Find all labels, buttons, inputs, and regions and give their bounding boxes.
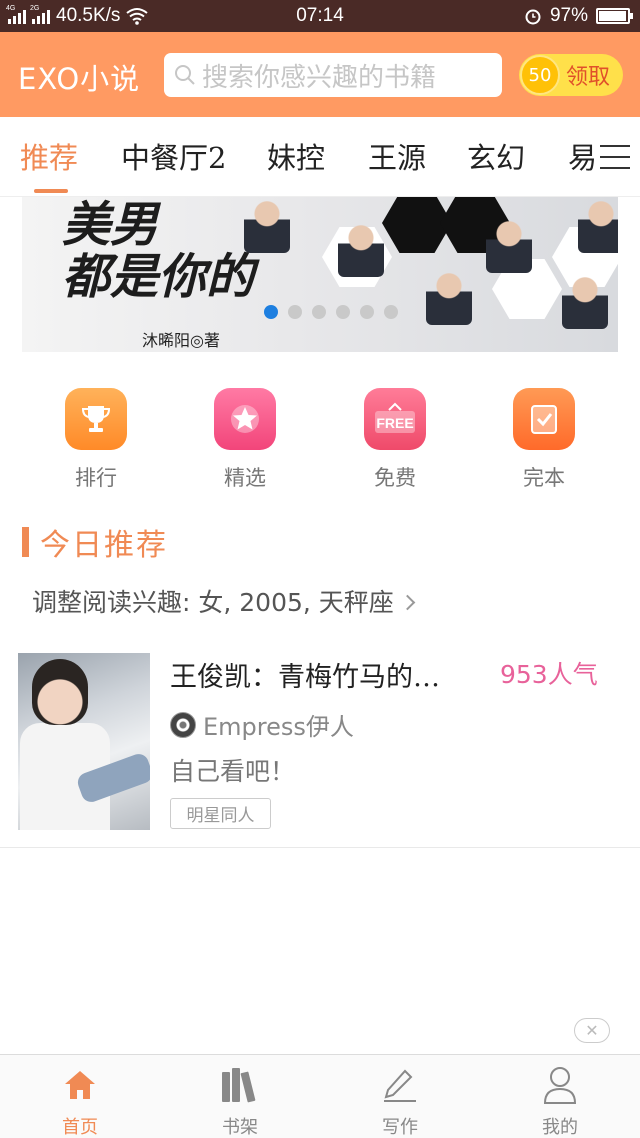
banner-carousel[interactable]: 美男 都是你的 沐晞阳◎著	[22, 197, 618, 352]
free-sign-icon: FREE	[364, 388, 426, 450]
app-title: EXO小说	[18, 62, 141, 96]
battery-percent: 97%	[549, 5, 588, 26]
claim-coins-button[interactable]: 50 领取	[519, 54, 623, 96]
quick-nav-completed[interactable]: 完本	[504, 388, 584, 492]
section-accent-bar	[22, 527, 29, 557]
carousel-dots	[264, 305, 398, 319]
quick-nav-free[interactable]: FREE 免费	[355, 388, 435, 492]
banner-title: 美男 都是你的	[62, 199, 254, 303]
menu-icon[interactable]	[600, 145, 630, 169]
member-photo	[486, 217, 532, 273]
quick-nav-label: 免费	[374, 466, 416, 490]
home-icon	[30, 1065, 130, 1105]
book-title[interactable]: 王俊凯：青梅竹马的…	[170, 655, 475, 694]
trophy-icon	[65, 388, 127, 450]
close-icon[interactable]: ✕	[574, 1018, 610, 1043]
category-tabs: 推荐 中餐厅2 妹控 王源 玄幻 易	[0, 117, 640, 197]
battery-icon	[596, 8, 633, 24]
tab-yi[interactable]: 易	[568, 135, 597, 177]
chevron-right-icon	[399, 594, 416, 611]
section-title: 今日推荐	[40, 528, 168, 563]
nav-bookshelf[interactable]: 书架	[190, 1065, 290, 1138]
adjust-interest-link[interactable]: 调整阅读兴趣: 女, 2005, 天秤座	[32, 583, 416, 619]
search-placeholder: 搜索你感兴趣的书籍	[202, 62, 437, 93]
member-photo	[562, 273, 608, 329]
coin-amount: 50	[528, 64, 552, 86]
nav-label: 首页	[62, 1117, 98, 1138]
book-cover[interactable]	[18, 653, 150, 830]
nav-write[interactable]: 写作	[350, 1065, 450, 1138]
carousel-dot[interactable]	[312, 305, 326, 319]
banner-title-line2: 都是你的	[62, 249, 255, 305]
author-row: Empress伊人	[170, 707, 354, 742]
nav-label: 写作	[382, 1117, 418, 1138]
bookshelf-icon	[190, 1065, 290, 1105]
nav-label: 书架	[222, 1117, 258, 1138]
status-right: 97%	[524, 0, 633, 32]
banner-title-line1: 美男	[62, 197, 159, 253]
carousel-dot[interactable]	[336, 305, 350, 319]
user-icon	[510, 1065, 610, 1105]
star-icon	[214, 388, 276, 450]
pencil-icon	[350, 1065, 450, 1105]
nav-profile[interactable]: 我的	[510, 1065, 610, 1138]
status-bar: 4G 2G 40.5K/s 07:14 97%	[0, 0, 640, 32]
quick-nav-ranking[interactable]: 排行	[56, 388, 136, 492]
coin-icon: 50	[520, 55, 560, 95]
member-photo	[426, 269, 472, 325]
nav-home[interactable]: 首页	[30, 1065, 130, 1138]
banner-author: 沐晞阳◎著	[142, 331, 220, 350]
tab-fantasy[interactable]: 玄幻	[467, 135, 525, 177]
tab-chinese-restaurant-2[interactable]: 中餐厅2	[121, 135, 226, 177]
carousel-dot[interactable]	[360, 305, 374, 319]
author-avatar	[170, 711, 196, 738]
svg-text:FREE: FREE	[376, 415, 413, 431]
book-tag[interactable]: 明星同人	[170, 798, 271, 829]
alarm-icon	[525, 9, 541, 25]
quick-nav-label: 排行	[75, 466, 117, 490]
member-photo	[578, 197, 618, 253]
carousel-dot[interactable]	[264, 305, 278, 319]
divider	[0, 847, 640, 848]
carousel-dot[interactable]	[384, 305, 398, 319]
tab-recommend[interactable]: 推荐	[20, 135, 78, 177]
tab-wang-yuan[interactable]: 王源	[368, 135, 426, 177]
quick-nav-label: 完本	[523, 466, 565, 490]
nav-label: 我的	[542, 1117, 578, 1138]
popularity-count: 953人气	[500, 660, 598, 689]
carousel-dot[interactable]	[288, 305, 302, 319]
bottom-nav: 首页 书架 写作 我的	[0, 1054, 640, 1138]
search-icon	[175, 65, 195, 85]
book-description: 自己看吧！	[170, 757, 296, 786]
quick-nav-featured[interactable]: 精选	[205, 388, 285, 492]
search-input[interactable]: 搜索你感兴趣的书籍	[164, 53, 502, 97]
active-tab-indicator	[34, 189, 68, 193]
app-header: EXO小说 搜索你感兴趣的书籍 50 领取	[0, 32, 640, 117]
interest-text: 调整阅读兴趣: 女, 2005, 天秤座	[32, 588, 394, 617]
quick-nav-label: 精选	[224, 466, 266, 490]
member-photo	[338, 221, 384, 277]
tab-sister-complex[interactable]: 妹控	[267, 135, 325, 177]
checklist-icon	[513, 388, 575, 450]
author-name: Empress伊人	[203, 713, 354, 741]
claim-label: 领取	[566, 65, 611, 90]
